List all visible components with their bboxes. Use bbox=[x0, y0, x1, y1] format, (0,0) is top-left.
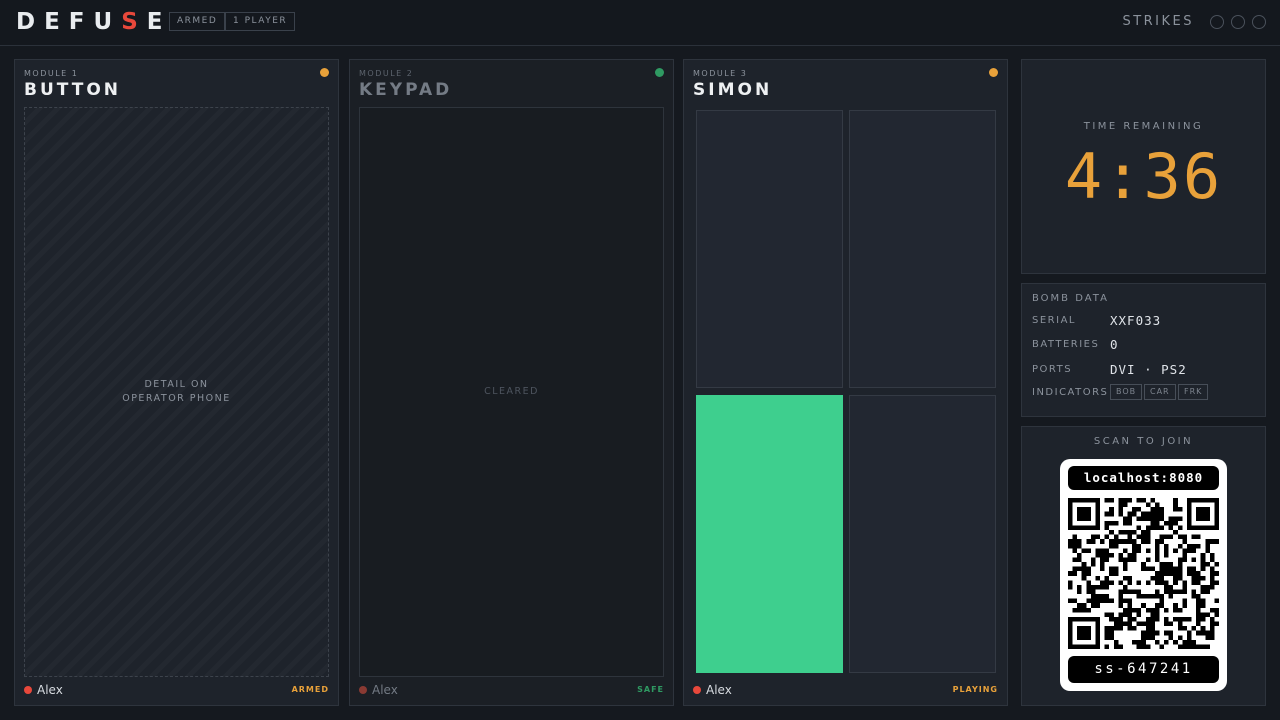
simon-grid bbox=[696, 110, 996, 674]
module-detail-area: DETAIL ON OPERATOR PHONE bbox=[24, 107, 329, 677]
batteries-label: BATTERIES bbox=[1032, 339, 1100, 350]
simon-square-bottom-left[interactable] bbox=[696, 395, 843, 673]
indicator-chip: CAR bbox=[1144, 384, 1176, 400]
player-count-chip: 1 PLAYER bbox=[225, 12, 296, 31]
module-simon: MODULE 3 SIMON Alex PLAYING bbox=[683, 59, 1008, 706]
module-status-dot bbox=[655, 68, 664, 77]
timer-panel: TIME REMAINING 4:36 bbox=[1021, 59, 1266, 274]
module-state: ARMED bbox=[291, 685, 329, 694]
module-footer: Alex SAFE bbox=[359, 683, 664, 697]
module-state: SAFE bbox=[637, 685, 664, 694]
module-status-dot bbox=[989, 68, 998, 77]
strike-indicator bbox=[1252, 15, 1266, 29]
module-cleared-area: CLEARED bbox=[359, 107, 664, 677]
strikes-label: STRIKES bbox=[1122, 14, 1194, 29]
qr-code-icon bbox=[1068, 498, 1219, 649]
module-message: DETAIL ON OPERATOR PHONE bbox=[122, 379, 231, 404]
player-dot bbox=[693, 686, 701, 694]
player-dot bbox=[24, 686, 32, 694]
module-number: MODULE 3 bbox=[693, 69, 748, 78]
qr-card[interactable]: localhost:8080 ss-647241 bbox=[1060, 459, 1227, 691]
player-dot bbox=[359, 686, 367, 694]
batteries-value: 0 bbox=[1110, 337, 1119, 352]
ports-label: PORTS bbox=[1032, 364, 1073, 375]
module-title: SIMON bbox=[693, 80, 773, 100]
armed-chip: ARMED bbox=[169, 12, 226, 31]
countdown-timer: 4:36 bbox=[1064, 140, 1223, 213]
serial-value: XXF033 bbox=[1110, 313, 1162, 328]
host-address: localhost:8080 bbox=[1068, 466, 1219, 490]
game-logo: DEFUSE bbox=[16, 9, 172, 35]
strike-indicator bbox=[1210, 15, 1224, 29]
simon-square-top-right[interactable] bbox=[849, 110, 996, 388]
player-name: Alex bbox=[372, 683, 398, 697]
module-title: BUTTON bbox=[24, 80, 122, 100]
simon-square-top-left[interactable] bbox=[696, 110, 843, 388]
bomb-data-panel: BOMB DATA SERIAL XXF033 BATTERIES 0 PORT… bbox=[1021, 283, 1266, 417]
bomb-data-title: BOMB DATA bbox=[1032, 293, 1109, 304]
module-title: KEYPAD bbox=[359, 80, 453, 100]
module-keypad: MODULE 2 KEYPAD CLEARED Alex SAFE bbox=[349, 59, 674, 706]
strike-indicator bbox=[1231, 15, 1245, 29]
module-number: MODULE 1 bbox=[24, 69, 79, 78]
simon-square-bottom-right[interactable] bbox=[849, 395, 996, 673]
top-bar: DEFUSE ARMED 1 PLAYER STRIKES bbox=[0, 0, 1280, 46]
module-footer: Alex PLAYING bbox=[693, 683, 998, 697]
session-code: ss-647241 bbox=[1068, 656, 1219, 683]
indicators-label: INDICATORS bbox=[1032, 387, 1109, 398]
ports-value: DVI · PS2 bbox=[1110, 362, 1187, 377]
indicator-chip: FRK bbox=[1178, 384, 1209, 400]
player-name: Alex bbox=[706, 683, 732, 697]
module-state: PLAYING bbox=[952, 685, 998, 694]
module-message: CLEARED bbox=[484, 386, 539, 397]
timer-label: TIME REMAINING bbox=[1083, 121, 1204, 132]
indicator-chip: BOB bbox=[1110, 384, 1143, 400]
scan-to-join-label: SCAN TO JOIN bbox=[1093, 436, 1194, 447]
module-number: MODULE 2 bbox=[359, 69, 414, 78]
module-footer: Alex ARMED bbox=[24, 683, 329, 697]
module-button: MODULE 1 BUTTON DETAIL ON OPERATOR PHONE… bbox=[14, 59, 339, 706]
module-status-dot bbox=[320, 68, 329, 77]
player-name: Alex bbox=[37, 683, 63, 697]
join-panel: SCAN TO JOIN localhost:8080 ss-647241 bbox=[1021, 426, 1266, 706]
serial-label: SERIAL bbox=[1032, 315, 1076, 326]
